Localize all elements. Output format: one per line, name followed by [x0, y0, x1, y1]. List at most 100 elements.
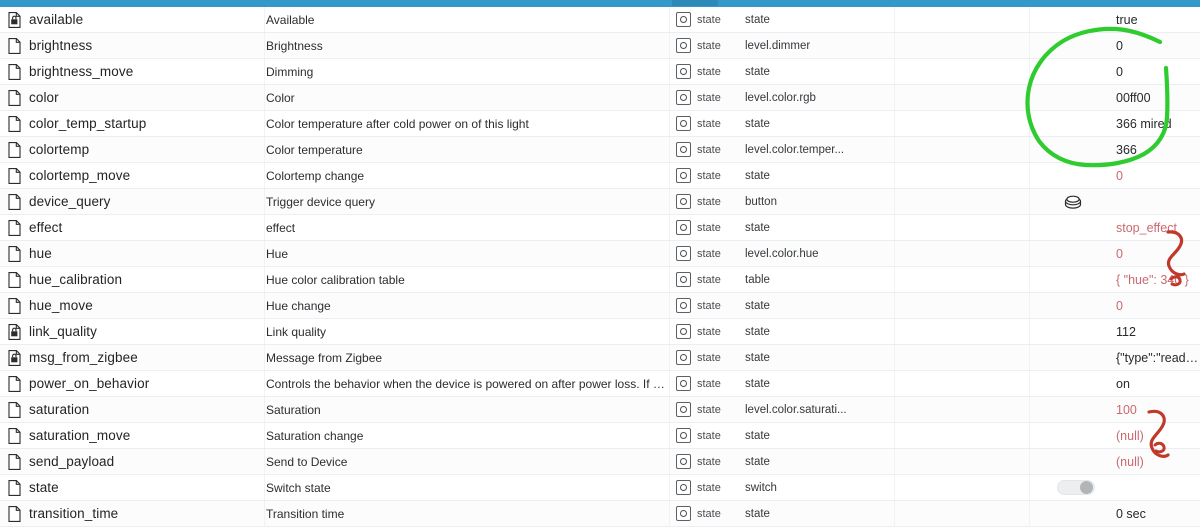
- cell-access[interactable]: state: [670, 215, 745, 240]
- property-value[interactable]: on: [1116, 377, 1130, 391]
- state-radio-icon[interactable]: [676, 246, 691, 261]
- table-row[interactable]: hue Hue state level.color.hue 0: [0, 241, 1200, 267]
- state-radio-icon[interactable]: [676, 90, 691, 105]
- cell-access[interactable]: state: [670, 449, 745, 474]
- property-value[interactable]: {"type":"readRes...: [1116, 351, 1200, 365]
- table-row[interactable]: colortemp Color temperature state level.col…: [0, 137, 1200, 163]
- property-value[interactable]: 100: [1116, 403, 1137, 417]
- state-radio-icon[interactable]: [676, 506, 691, 521]
- state-radio-icon[interactable]: [676, 38, 691, 53]
- cell-value[interactable]: 0: [1030, 33, 1200, 58]
- state-radio-icon[interactable]: [676, 12, 691, 27]
- cell-value[interactable]: 00ff00: [1030, 85, 1200, 110]
- cell-value[interactable]: 100: [1030, 397, 1200, 422]
- property-value[interactable]: 0: [1116, 39, 1123, 53]
- cell-value[interactable]: 0: [1030, 163, 1200, 188]
- state-radio-icon[interactable]: [676, 428, 691, 443]
- property-value[interactable]: 0: [1116, 65, 1123, 79]
- state-radio-icon[interactable]: [676, 324, 691, 339]
- cell-value[interactable]: (null): [1030, 423, 1200, 448]
- property-value[interactable]: 366: [1116, 143, 1137, 157]
- table-row[interactable]: power_on_behavior Controls the behavior w…: [0, 371, 1200, 397]
- table-row[interactable]: color_temp_startup Color temperature afte…: [0, 111, 1200, 137]
- property-value[interactable]: stop_effect: [1116, 221, 1177, 235]
- table-row[interactable]: color Color state level.color.rgb 00ff00: [0, 85, 1200, 111]
- cell-access[interactable]: state: [670, 397, 745, 422]
- state-radio-icon[interactable]: [676, 142, 691, 157]
- state-radio-icon[interactable]: [676, 480, 691, 495]
- state-radio-icon[interactable]: [676, 298, 691, 313]
- cell-access[interactable]: state: [670, 345, 745, 370]
- property-value[interactable]: 00ff00: [1116, 91, 1151, 105]
- table-row[interactable]: state Switch state state switch: [0, 475, 1200, 501]
- cell-value[interactable]: on: [1030, 371, 1200, 396]
- table-row[interactable]: available Available state state true: [0, 7, 1200, 33]
- table-row[interactable]: send_payload Send to Device state state (nul…: [0, 449, 1200, 475]
- cell-value[interactable]: 0: [1030, 59, 1200, 84]
- cell-value[interactable]: 366: [1030, 137, 1200, 162]
- cell-value[interactable]: 366 mired: [1030, 111, 1200, 136]
- cell-value[interactable]: { "hue": 340 }: [1030, 267, 1200, 292]
- state-toggle-switch[interactable]: [1057, 480, 1095, 495]
- table-row[interactable]: colortemp_move Colortemp change state state…: [0, 163, 1200, 189]
- table-row[interactable]: brightness_move Dimming state state 0: [0, 59, 1200, 85]
- cell-access[interactable]: state: [670, 319, 745, 344]
- state-radio-icon[interactable]: [676, 350, 691, 365]
- cell-access[interactable]: state: [670, 371, 745, 396]
- cell-value[interactable]: (null): [1030, 449, 1200, 474]
- cell-access[interactable]: state: [670, 189, 745, 214]
- cell-access[interactable]: state: [670, 7, 745, 32]
- push-button-icon[interactable]: [1062, 193, 1084, 211]
- cell-value[interactable]: 0 sec: [1030, 501, 1200, 526]
- property-value[interactable]: 112: [1116, 325, 1136, 339]
- cell-value[interactable]: {"type":"readRes...: [1030, 345, 1200, 370]
- cell-access[interactable]: state: [670, 137, 745, 162]
- property-value[interactable]: 366 mired: [1116, 117, 1172, 131]
- state-radio-icon[interactable]: [676, 194, 691, 209]
- cell-value[interactable]: 112: [1030, 319, 1200, 344]
- property-value[interactable]: 0: [1116, 299, 1123, 313]
- property-value[interactable]: { "hue": 340 }: [1116, 273, 1189, 287]
- table-row[interactable]: effect effect state state stop_effect: [0, 215, 1200, 241]
- property-value[interactable]: 0 sec: [1116, 507, 1146, 521]
- cell-access[interactable]: state: [670, 501, 745, 526]
- table-row[interactable]: transition_time Transition time state state…: [0, 501, 1200, 527]
- state-radio-icon[interactable]: [676, 64, 691, 79]
- cell-access[interactable]: state: [670, 163, 745, 188]
- table-row[interactable]: hue_move Hue change state state 0: [0, 293, 1200, 319]
- cell-access[interactable]: state: [670, 475, 745, 500]
- table-row[interactable]: hue_calibration Hue color calibration tab…: [0, 267, 1200, 293]
- state-radio-icon[interactable]: [676, 376, 691, 391]
- table-row[interactable]: brightness Brightness state level.dimmer 0: [0, 33, 1200, 59]
- table-row[interactable]: msg_from_zigbee Message from Zigbee state s…: [0, 345, 1200, 371]
- cell-value[interactable]: 0: [1030, 241, 1200, 266]
- cell-access[interactable]: state: [670, 111, 745, 136]
- cell-value[interactable]: 0: [1030, 293, 1200, 318]
- table-row[interactable]: device_query Trigger device query state but…: [0, 189, 1200, 215]
- property-value[interactable]: (null): [1116, 455, 1144, 469]
- state-radio-icon[interactable]: [676, 272, 691, 287]
- state-radio-icon[interactable]: [676, 220, 691, 235]
- cell-access[interactable]: state: [670, 293, 745, 318]
- table-row[interactable]: saturation Saturation state level.color.sat…: [0, 397, 1200, 423]
- state-radio-icon[interactable]: [676, 454, 691, 469]
- table-row[interactable]: link_quality Link quality state state 112: [0, 319, 1200, 345]
- cell-value[interactable]: [1030, 475, 1200, 500]
- cell-access[interactable]: state: [670, 423, 745, 448]
- cell-value[interactable]: stop_effect: [1030, 215, 1200, 240]
- property-value[interactable]: 0: [1116, 247, 1123, 261]
- state-radio-icon[interactable]: [676, 402, 691, 417]
- table-row[interactable]: saturation_move Saturation change state sta…: [0, 423, 1200, 449]
- cell-access[interactable]: state: [670, 85, 745, 110]
- state-radio-icon[interactable]: [676, 168, 691, 183]
- cell-value[interactable]: [1030, 189, 1200, 214]
- state-radio-icon[interactable]: [676, 116, 691, 131]
- property-value[interactable]: 0: [1116, 169, 1123, 183]
- cell-access[interactable]: state: [670, 241, 745, 266]
- cell-access[interactable]: state: [670, 267, 745, 292]
- property-value[interactable]: (null): [1116, 429, 1144, 443]
- cell-value[interactable]: true: [1030, 7, 1200, 32]
- property-value[interactable]: true: [1116, 13, 1138, 27]
- cell-access[interactable]: state: [670, 59, 745, 84]
- cell-access[interactable]: state: [670, 33, 745, 58]
